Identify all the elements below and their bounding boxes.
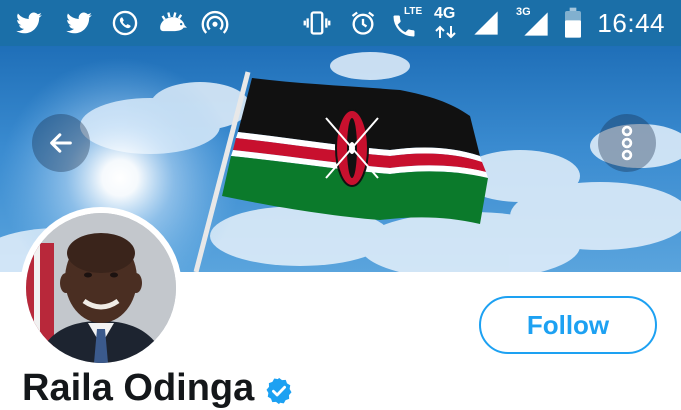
verified-badge-icon	[266, 377, 292, 405]
follow-button[interactable]: Follow	[479, 296, 657, 354]
alarm-icon	[351, 11, 375, 35]
status-bar: LTE 4G 3G 16:44	[0, 0, 681, 46]
hotspot-icon	[201, 10, 229, 34]
back-button[interactable]	[32, 114, 90, 172]
data-arrows-icon	[435, 25, 456, 39]
whatsapp-icon	[112, 10, 138, 36]
twitter-icon	[66, 12, 92, 34]
profile-name-row: Raila Odinga	[22, 366, 294, 409]
battery-icon	[565, 7, 581, 38]
avatar-photo	[26, 213, 176, 363]
network-4g-label: 4G	[434, 5, 456, 22]
network-3g-indicator: 3G	[514, 6, 554, 40]
twitter-icon	[16, 12, 42, 34]
more-vertical-icon	[621, 125, 633, 161]
hedgehog-icon	[160, 12, 187, 32]
network-4g-indicator: 4G	[432, 5, 462, 41]
more-options-button[interactable]	[598, 114, 656, 172]
signal-icon	[474, 11, 498, 35]
signal-icon	[524, 12, 548, 36]
profile-name: Raila Odinga	[22, 367, 255, 409]
clock-time: 16:44	[597, 8, 665, 38]
volte-call-icon: LTE	[390, 6, 426, 40]
lte-label: LTE	[404, 6, 423, 17]
arrow-left-icon	[50, 133, 72, 153]
vibrate-icon	[303, 11, 331, 35]
profile-avatar[interactable]	[20, 207, 182, 369]
